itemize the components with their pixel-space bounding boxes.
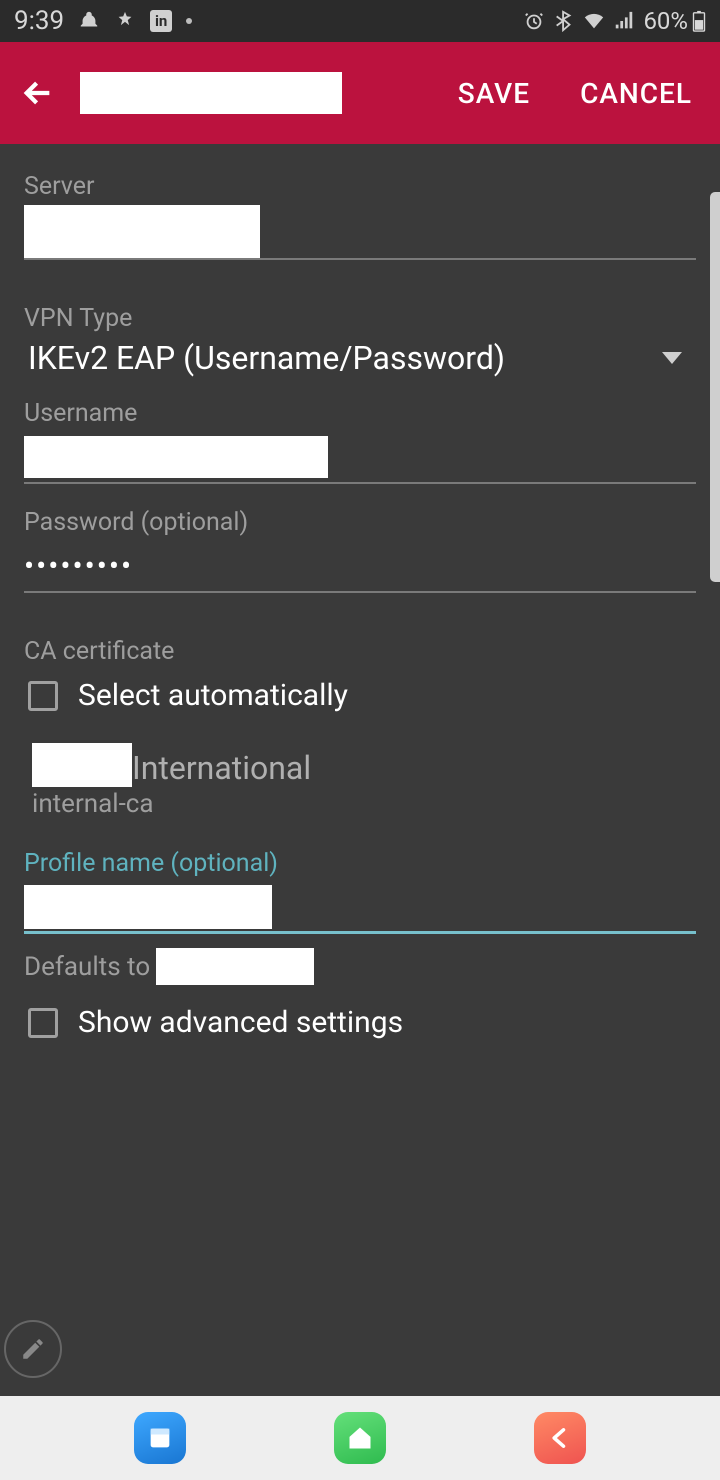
select-automatically-row[interactable]: Select automatically	[24, 670, 696, 721]
recents-icon	[146, 1424, 174, 1452]
home-icon	[346, 1424, 374, 1452]
nav-home-button[interactable]	[334, 1412, 386, 1464]
profile-name-label: Profile name (optional)	[24, 849, 696, 878]
signal-icon	[613, 10, 635, 32]
linkedin-icon: in	[150, 10, 172, 32]
arrow-left-icon	[21, 76, 55, 110]
cert-prefix-redacted	[32, 743, 132, 787]
server-label: Server	[24, 172, 696, 201]
alarm-icon	[523, 10, 545, 32]
bluetooth-icon	[553, 10, 575, 32]
chevron-down-icon	[662, 352, 682, 364]
checkbox-icon	[28, 681, 58, 711]
save-button[interactable]: SAVE	[448, 69, 540, 118]
wifi-icon	[583, 10, 605, 32]
more-notifications-dot	[186, 18, 192, 24]
status-right: 60%	[523, 7, 706, 35]
server-value-redacted	[24, 205, 260, 258]
ca-cert-label: CA certificate	[24, 637, 696, 666]
show-advanced-label: Show advanced settings	[78, 1005, 403, 1040]
vpn-type-dropdown[interactable]: IKEv2 EAP (Username/Password)	[24, 337, 696, 381]
username-input[interactable]	[24, 432, 696, 484]
form-content: Server VPN Type IKEv2 EAP (Username/Pass…	[0, 144, 720, 1048]
password-input[interactable]: •••••••••	[24, 541, 696, 593]
app-bar: SAVE CANCEL	[0, 42, 720, 144]
certificate-item[interactable]: International	[24, 743, 696, 787]
battery-percent: 60%	[643, 7, 688, 35]
vpn-type-label: VPN Type	[24, 304, 696, 333]
username-value-redacted	[24, 436, 328, 478]
system-nav-bar	[0, 1396, 720, 1480]
cancel-button[interactable]: CANCEL	[570, 69, 702, 118]
profile-name-value-redacted	[24, 885, 272, 929]
status-left: 9:39 in	[14, 6, 192, 36]
scrollbar[interactable]	[710, 192, 720, 582]
defaults-hint: Defaults to	[24, 948, 696, 985]
battery-indicator: 60%	[643, 7, 706, 35]
pencil-icon	[20, 1336, 46, 1362]
cert-name-suffix: International	[132, 749, 311, 787]
password-label: Password (optional)	[24, 508, 696, 537]
password-value: •••••••••	[24, 549, 133, 584]
page-title	[80, 72, 342, 114]
notification-icon-2	[114, 10, 136, 32]
floating-edit-button[interactable]	[4, 1320, 62, 1378]
back-button[interactable]	[18, 73, 58, 113]
status-bar: 9:39 in 60%	[0, 0, 720, 42]
nav-recents-button[interactable]	[134, 1412, 186, 1464]
chevron-left-icon	[546, 1424, 574, 1452]
notification-icon	[78, 10, 100, 32]
select-automatically-label: Select automatically	[78, 678, 348, 713]
server-input[interactable]	[24, 205, 696, 260]
defaults-prefix: Defaults to	[24, 952, 150, 982]
profile-name-input[interactable]	[24, 882, 696, 934]
nav-back-button[interactable]	[534, 1412, 586, 1464]
show-advanced-row[interactable]: Show advanced settings	[24, 997, 696, 1048]
defaults-value-redacted	[156, 948, 314, 985]
vpn-type-value: IKEv2 EAP (Username/Password)	[28, 339, 505, 377]
username-label: Username	[24, 399, 696, 428]
status-time: 9:39	[14, 6, 64, 36]
certificate-sub: internal-ca	[24, 789, 696, 819]
checkbox-icon	[28, 1008, 58, 1038]
